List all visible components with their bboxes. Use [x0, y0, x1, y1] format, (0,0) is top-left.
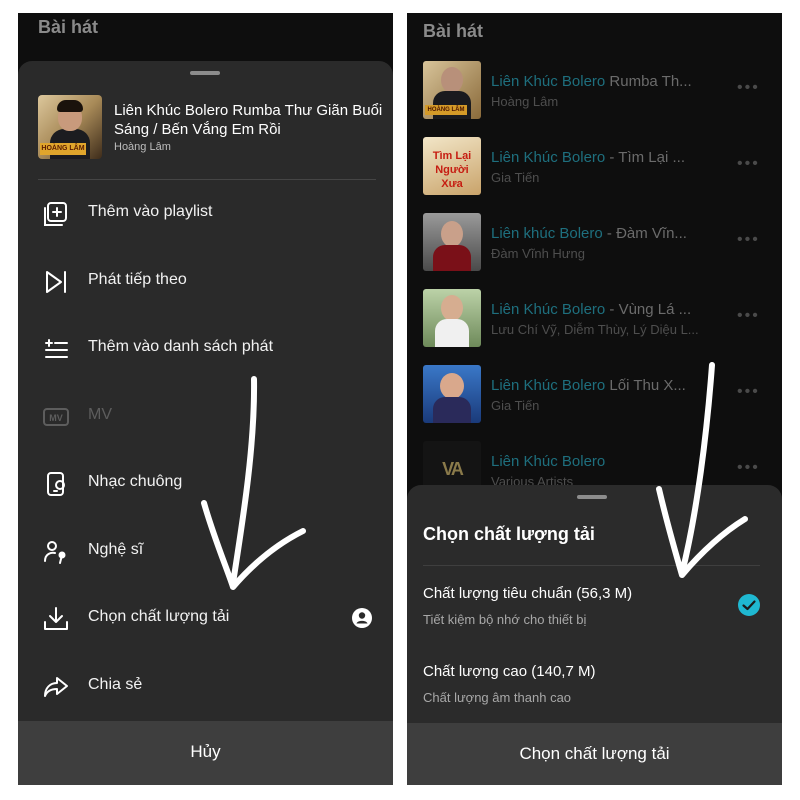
more-options-icon[interactable]: ••• — [737, 307, 760, 325]
menu-item-add-to-queue[interactable]: Thêm vào danh sách phát — [18, 323, 393, 373]
song-row-artist: Đàm Vĩnh Hưng — [491, 246, 585, 261]
ringtone-icon — [47, 472, 65, 496]
song-row-title: Liên Khúc Bolero - Tìm Lại ... — [491, 149, 685, 166]
more-options-icon[interactable]: ••• — [737, 459, 760, 477]
section-title-songs: Bài hát — [423, 21, 484, 41]
song-row-title: Liên Khúc Bolero Lối Thu X... — [491, 377, 686, 394]
option-description: Tiết kiệm bộ nhớ cho thiết bị — [423, 612, 587, 627]
list-item[interactable]: Liên Khúc Bolero - Vùng Lá ... Lưu Chí V… — [407, 289, 782, 355]
account-lock-icon — [352, 608, 372, 628]
song-thumbnail — [423, 213, 481, 271]
option-high-quality[interactable]: Chất lượng cao (140,7 M) Chất lượng âm t… — [407, 663, 782, 723]
song-row-artist: Gia Tiến — [491, 170, 540, 185]
section-title-songs: Bài hát — [38, 17, 99, 37]
menu-item-play-next[interactable]: Phát tiếp theo — [18, 256, 393, 306]
menu-label: Nghệ sĩ — [88, 541, 144, 558]
more-options-icon[interactable]: ••• — [737, 155, 760, 173]
sheet-drag-handle[interactable] — [190, 71, 220, 75]
menu-label: Chọn chất lượng tải — [88, 608, 230, 625]
download-quality-sheet: Chọn chất lượng tải Chất lượng tiêu chuẩ… — [407, 485, 782, 785]
list-item[interactable]: Liên khúc Bolero - Đàm Vĩn... Đàm Vĩnh H… — [407, 213, 782, 279]
play-next-icon — [46, 271, 66, 293]
more-options-icon[interactable]: ••• — [737, 231, 760, 249]
left-screenshot: Bài hát HOÀNG LÂM Liên Khúc Bolero Rumba… — [18, 13, 393, 785]
more-options-icon[interactable]: ••• — [737, 383, 760, 401]
menu-label: Nhạc chuông — [88, 473, 183, 490]
add-to-playlist-icon — [44, 202, 67, 226]
thumbnail-text: HOÀNG LÂM — [425, 105, 467, 115]
confirm-download-quality-button[interactable]: Chọn chất lượng tải — [407, 723, 782, 785]
right-screenshot: Bài hát HOÀNG LÂM Liên Khúc Bolero Rumba… — [407, 13, 782, 785]
cancel-label: Hủy — [190, 742, 221, 761]
menu-label: Thêm vào playlist — [88, 203, 213, 220]
song-options-sheet: HOÀNG LÂM Liên Khúc Bolero Rumba Thư Giã… — [18, 61, 393, 785]
menu-label: MV — [88, 406, 112, 423]
song-thumbnail: HOÀNG LÂM — [423, 61, 481, 119]
cancel-button[interactable]: Hủy — [18, 721, 393, 785]
song-thumbnail: Tìm Lại Người Xưa — [423, 137, 481, 195]
menu-item-share[interactable]: Chia sẻ — [18, 661, 393, 711]
confirm-label: Chọn chất lượng tải — [519, 744, 670, 763]
list-item[interactable]: HOÀNG LÂM Liên Khúc Bolero Rumba Th... H… — [407, 61, 782, 127]
more-options-icon[interactable]: ••• — [737, 79, 760, 97]
list-item[interactable]: Liên Khúc Bolero Lối Thu X... Gia Tiến •… — [407, 365, 782, 431]
menu-item-mv: MV MV — [18, 391, 393, 441]
option-description: Chất lượng âm thanh cao — [423, 690, 572, 705]
sheet-title: Chọn chất lượng tải — [423, 524, 595, 544]
artist-icon — [44, 541, 66, 564]
song-header: HOÀNG LÂM Liên Khúc Bolero Rumba Thư Giã… — [38, 95, 382, 163]
song-row-title: Liên khúc Bolero - Đàm Vĩn... — [491, 225, 687, 242]
menu-label: Chia sẻ — [88, 676, 143, 693]
menu-item-artist[interactable]: Nghệ sĩ — [18, 526, 393, 576]
album-cover: HOÀNG LÂM — [38, 95, 102, 159]
song-row-artist: Gia Tiến — [491, 398, 540, 413]
add-to-queue-icon — [45, 339, 68, 358]
option-label: Chất lượng tiêu chuẩn (56,3 M) — [423, 585, 633, 602]
sheet-drag-handle[interactable] — [577, 495, 607, 499]
option-standard-quality[interactable]: Chất lượng tiêu chuẩn (56,3 M) Tiết kiệm… — [407, 585, 782, 645]
share-icon — [44, 677, 68, 697]
menu-label: Phát tiếp theo — [88, 271, 187, 288]
menu-label: Thêm vào danh sách phát — [88, 338, 274, 355]
song-row-title: Liên Khúc Bolero — [491, 453, 606, 470]
check-circle-icon — [738, 594, 760, 616]
list-item[interactable]: Tìm Lại Người Xưa Liên Khúc Bolero - Tìm… — [407, 137, 782, 203]
mv-icon: MV — [43, 408, 69, 426]
song-row-title: Liên Khúc Bolero Rumba Th... — [491, 73, 692, 90]
song-thumbnail — [423, 289, 481, 347]
divider — [38, 179, 376, 180]
song-row-title: Liên Khúc Bolero - Vùng Lá ... — [491, 301, 692, 318]
song-artist: Hoàng Lâm — [114, 141, 171, 153]
song-row-artist: Lưu Chí Vỹ, Diễm Thùy, Lý Diệu L... — [491, 322, 699, 337]
thumbnail-text: Tìm Lại Người Xưa — [432, 150, 472, 190]
option-label: Chất lượng cao (140,7 M) — [423, 663, 596, 680]
divider — [423, 565, 760, 566]
menu-item-ringtone[interactable]: Nhạc chuông — [18, 458, 393, 508]
song-row-artist: Hoàng Lâm — [491, 94, 559, 109]
download-icon — [44, 607, 68, 630]
song-title: Liên Khúc Bolero Rumba Thư Giãn Buổi Sán… — [114, 102, 383, 138]
svg-text:MV: MV — [49, 413, 63, 423]
cover-artist-text: HOÀNG LÂM — [40, 143, 86, 155]
menu-item-download-quality[interactable]: Chọn chất lượng tải — [18, 593, 393, 643]
thumbnail-text: VA — [442, 459, 464, 479]
song-thumbnail — [423, 365, 481, 423]
menu-item-add-to-playlist[interactable]: Thêm vào playlist — [18, 188, 393, 238]
